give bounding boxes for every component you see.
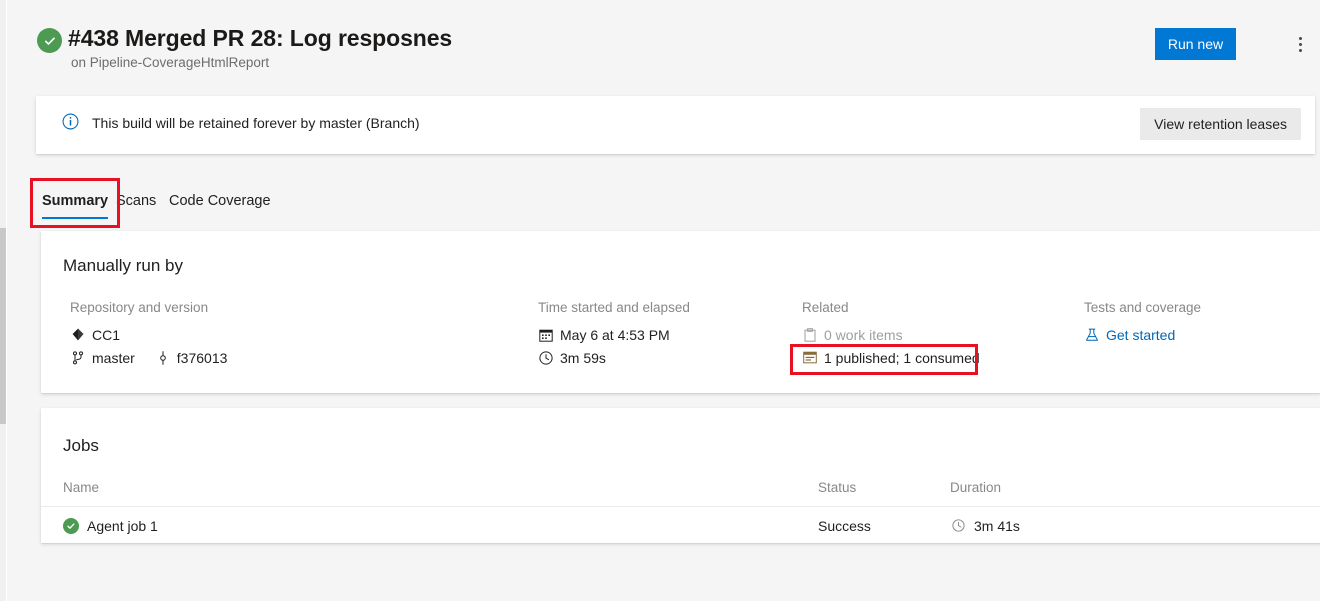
column-header-name: Name [63,468,99,506]
version-row: master f376013 [70,346,227,369]
dot [1299,49,1302,52]
jobs-table: Name Status Duration Agent job 1 Succ [41,468,1320,544]
clock-icon [950,518,966,534]
branch-group[interactable]: master [70,350,135,366]
success-check-icon [63,518,79,534]
page-root: #438 Merged PR 28: Log resposnes on Pipe… [6,0,1320,601]
dot [1299,43,1302,46]
azure-repos-icon [70,327,86,343]
elapsed-value: 3m 59s [560,350,606,366]
tab-scans[interactable]: Scans [116,180,156,222]
column-title: Time started and elapsed [538,300,690,315]
page-title: #438 Merged PR 28: Log resposnes [68,25,452,52]
column-time-started-and-elapsed: Time started and elapsed [538,300,690,369]
column-title: Tests and coverage [1084,300,1201,315]
job-duration-value: 3m 41s [974,518,1020,534]
summary-heading: Manually run by [63,256,183,276]
artifacts-value: 1 published; 1 consumed [824,350,980,366]
commit-group[interactable]: f376013 [155,350,228,366]
jobs-heading: Jobs [63,436,99,456]
jobs-table-header-row: Name Status Duration [41,468,1320,506]
beaker-icon [1084,327,1100,343]
view-retention-leases-button[interactable]: View retention leases [1140,108,1301,140]
branch-icon [70,350,86,366]
commit-hash: f376013 [177,350,228,366]
tab-bar: Summary Scans Code Coverage [36,180,736,222]
info-circle-icon [62,113,79,130]
tab-summary[interactable]: Summary [42,180,108,222]
repository-row[interactable]: CC1 [70,323,227,346]
column-header-duration: Duration [950,468,1001,506]
calendar-icon [538,327,554,343]
artifacts-row[interactable]: 1 published; 1 consumed [802,346,980,369]
retention-banner: This build will be retained forever by m… [36,96,1315,154]
column-header-status: Status [818,468,856,506]
column-related: Related 0 work items [802,300,980,369]
column-title: Repository and version [70,300,227,315]
job-status-cell: Success [818,507,871,544]
column-tests-and-coverage: Tests and coverage Get started [1084,300,1201,346]
tests-get-started-row[interactable]: Get started [1084,323,1201,346]
run-header: #438 Merged PR 28: Log resposnes on Pipe… [7,0,1320,86]
elapsed-row: 3m 59s [538,346,690,369]
success-check-icon [37,28,62,53]
tab-code-coverage[interactable]: Code Coverage [169,180,271,222]
column-repository-and-version: Repository and version CC1 [70,300,227,369]
jobs-card: Jobs Name Status Duration Agent jo [41,408,1320,543]
more-vertical-icon[interactable] [1285,28,1315,60]
pipeline-subtitle: on Pipeline-CoverageHtmlReport [71,55,269,70]
time-started-row: May 6 at 4:53 PM [538,323,690,346]
retention-message: This build will be retained forever by m… [92,115,420,131]
column-title: Related [802,300,980,315]
run-new-button[interactable]: Run new [1155,28,1236,60]
artifact-icon [802,350,818,366]
dot [1299,37,1302,40]
work-item-icon [802,327,818,343]
job-duration-cell: 3m 41s [950,507,1020,544]
summary-card: Manually run by Repository and version C… [41,231,1320,393]
job-name: Agent job 1 [87,518,158,534]
time-started-value: May 6 at 4:53 PM [560,327,670,343]
tests-get-started-link[interactable]: Get started [1106,327,1175,343]
branch-name: master [92,350,135,366]
job-name-cell[interactable]: Agent job 1 [63,507,158,544]
repository-name: CC1 [92,327,120,343]
work-items-value: 0 work items [824,327,903,343]
table-row[interactable]: Agent job 1 Success 3m 41s [41,506,1320,544]
clock-icon [538,350,554,366]
work-items-row: 0 work items [802,323,980,346]
commit-icon [155,350,171,366]
